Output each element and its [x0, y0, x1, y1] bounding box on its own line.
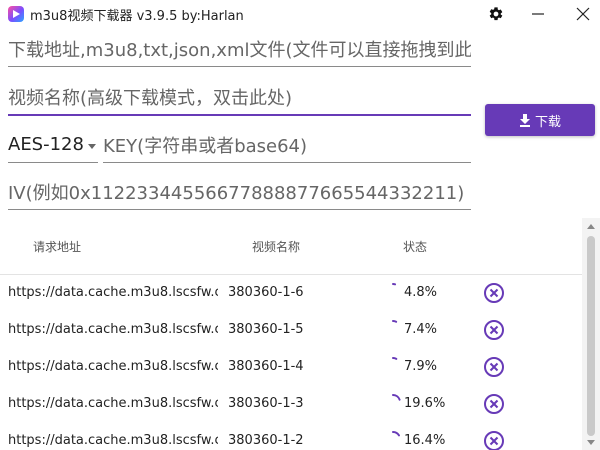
scroll-up-button[interactable] [582, 218, 600, 234]
video-name-field[interactable] [8, 82, 471, 116]
table-header: 请求地址 视频名称 状态 [0, 228, 582, 268]
scroll-down-button[interactable] [582, 434, 600, 450]
video-name-input[interactable] [8, 82, 471, 114]
row-url: https://data.cache.m3u8.lscsfw.co [8, 396, 218, 411]
progress-ring [392, 320, 398, 323]
close-icon [576, 7, 590, 21]
column-header-name[interactable]: 视频名称 [252, 238, 300, 255]
progress-arc [392, 320, 398, 323]
row-status: 19.6% [404, 396, 446, 411]
remove-circle-icon[interactable] [483, 356, 505, 378]
download-button[interactable]: 下载 [485, 104, 595, 136]
app-logo-icon [8, 6, 24, 22]
download-url-input[interactable] [8, 34, 471, 66]
download-button-label: 下载 [534, 114, 561, 130]
remove-circle-icon[interactable] [483, 319, 505, 341]
download-url-field[interactable] [8, 34, 471, 67]
remove-circle-icon[interactable] [483, 430, 505, 450]
key-field[interactable] [103, 130, 471, 163]
row-name: 380360-1-3 [228, 396, 304, 411]
title-bar: m3u8视频下载器 v3.9.5 by:Harlan [0, 0, 600, 28]
row-url: https://data.cache.m3u8.lscsfw.co [8, 285, 218, 300]
encryption-select[interactable]: AES-128 [8, 130, 98, 163]
row-name: 380360-1-2 [228, 433, 304, 448]
dropdown-arrow-icon [88, 144, 96, 149]
remove-circle-icon[interactable] [483, 393, 505, 415]
progress-ring [392, 394, 401, 401]
iv-field[interactable] [8, 177, 471, 210]
key-input[interactable] [103, 130, 471, 162]
progress-arc [392, 394, 401, 401]
row-url: https://data.cache.m3u8.lscsfw.co [8, 322, 218, 337]
row-name: 380360-1-5 [228, 322, 304, 337]
table-row[interactable]: https://data.cache.m3u8.lscsfw.co 380360… [0, 312, 582, 349]
progress-arc [392, 357, 398, 360]
row-status: 4.8% [404, 285, 438, 300]
iv-input[interactable] [8, 177, 471, 209]
scroll-thumb[interactable] [587, 236, 595, 436]
table-row[interactable]: https://data.cache.m3u8.lscsfw.co 380360… [0, 349, 582, 386]
download-icon [519, 113, 530, 127]
row-name: 380360-1-4 [228, 359, 304, 374]
download-list: https://data.cache.m3u8.lscsfw.co 380360… [0, 275, 582, 450]
table-row[interactable]: https://data.cache.m3u8.lscsfw.co 380360… [0, 275, 582, 312]
row-name: 380360-1-6 [228, 285, 304, 300]
row-status: 7.9% [404, 359, 438, 374]
scroll-up-arrow-icon [587, 223, 595, 229]
row-url: https://data.cache.m3u8.lscsfw.co [8, 359, 218, 374]
gear-icon [489, 7, 503, 21]
progress-ring [392, 357, 398, 360]
column-header-url[interactable]: 请求地址 [33, 238, 81, 255]
settings-button[interactable] [486, 4, 506, 24]
minimize-icon [532, 13, 544, 15]
progress-arc [392, 431, 401, 437]
window-title: m3u8视频下载器 v3.9.5 by:Harlan [30, 9, 244, 24]
table-row[interactable]: https://data.cache.m3u8.lscsfw.co 380360… [0, 423, 582, 450]
close-button[interactable] [573, 4, 593, 24]
progress-ring [392, 431, 401, 437]
row-url: https://data.cache.m3u8.lscsfw.co [8, 433, 218, 448]
scroll-down-arrow-icon [587, 439, 595, 445]
minimize-button[interactable] [528, 4, 548, 24]
table-row[interactable]: https://data.cache.m3u8.lscsfw.co 380360… [0, 386, 582, 423]
row-status: 7.4% [404, 322, 438, 337]
remove-circle-icon[interactable] [483, 282, 505, 304]
encryption-select-value: AES-128 [8, 134, 84, 155]
row-status: 16.4% [404, 433, 446, 448]
list-scrollbar[interactable] [582, 218, 600, 450]
column-header-status[interactable]: 状态 [403, 238, 427, 255]
progress-ring [392, 283, 397, 286]
